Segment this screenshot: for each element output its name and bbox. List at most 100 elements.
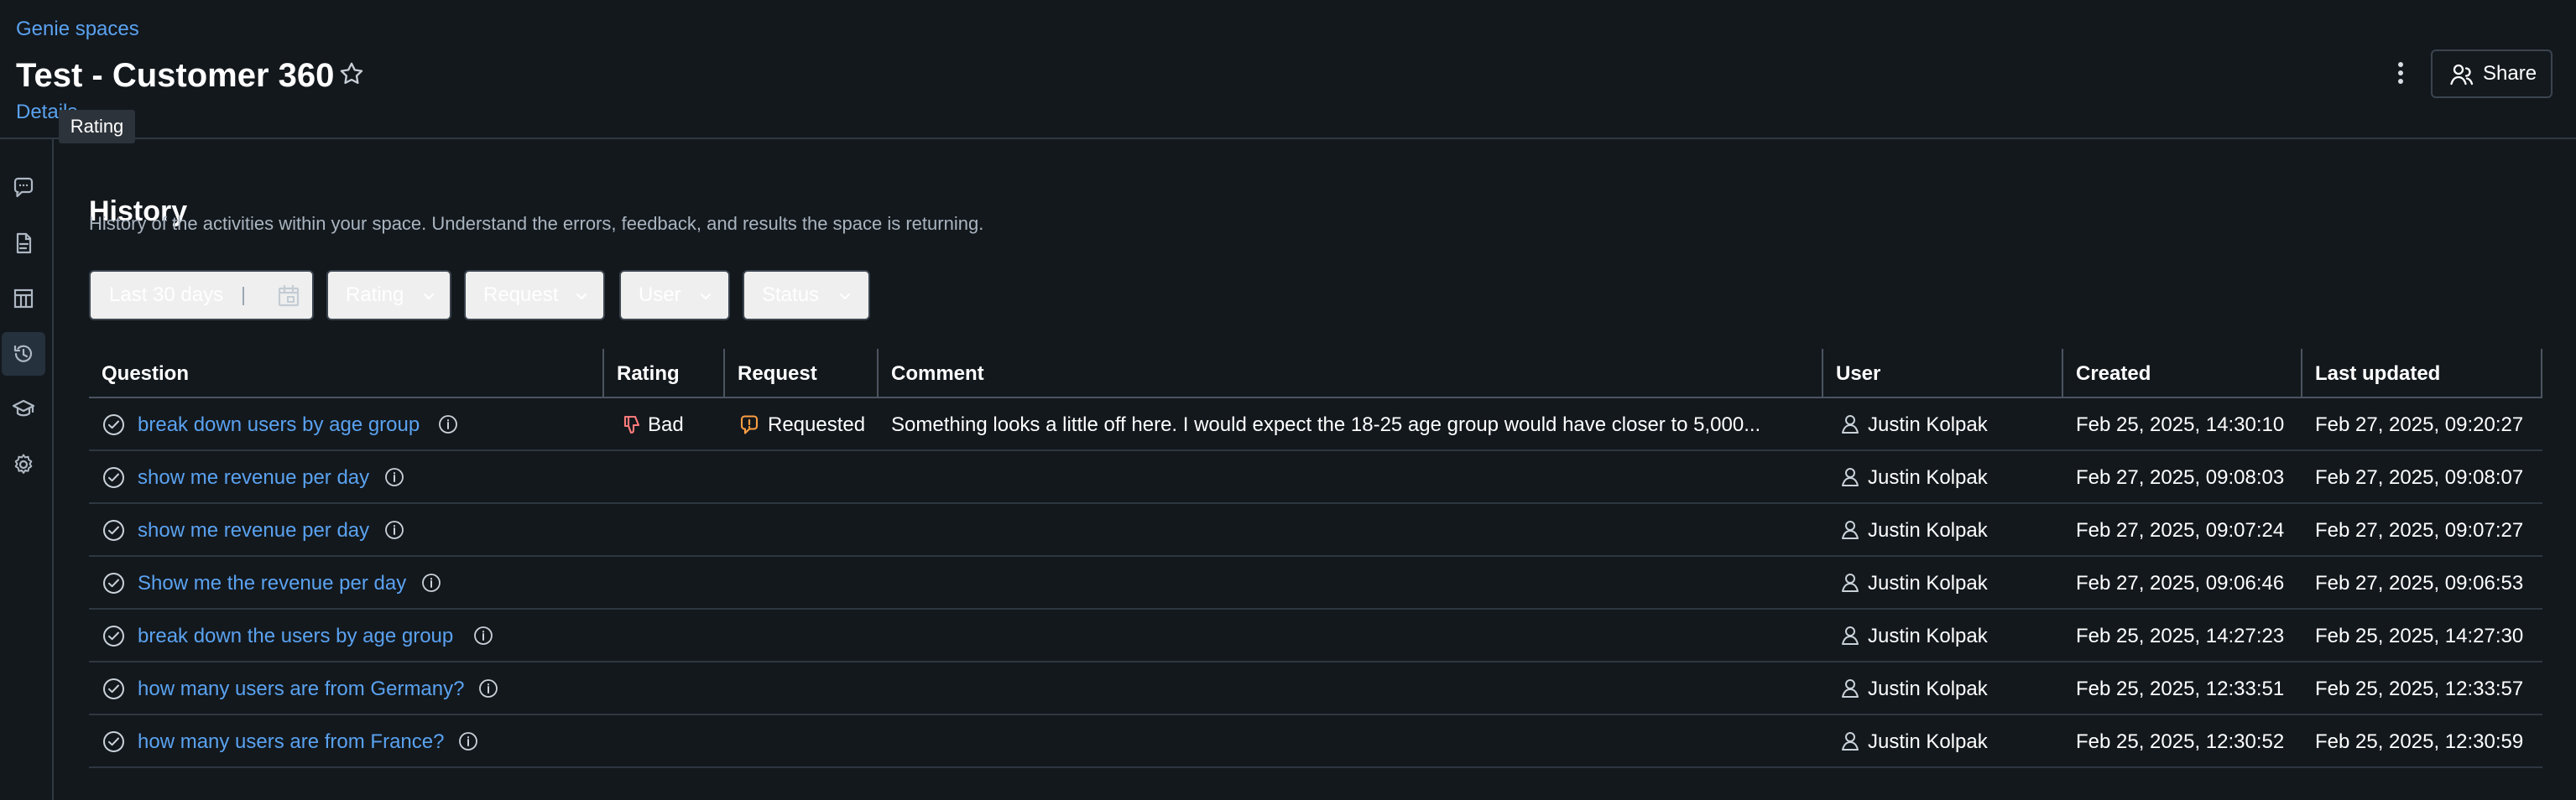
column-comment[interactable]: Comment — [879, 349, 1823, 398]
history-icon — [13, 345, 33, 362]
user-name: Justin Kolpak — [1868, 519, 1988, 542]
question-cell: Show me the revenue per day — [89, 557, 604, 610]
sidebar-item-document[interactable] — [2, 221, 45, 265]
column-rating[interactable]: Rating — [604, 349, 725, 398]
last-updated-cell: Feb 25, 2025, 12:33:57 — [2315, 678, 2524, 700]
question-cell: show me revenue per day — [89, 451, 604, 504]
info-icon[interactable] — [478, 678, 498, 699]
chevron-down-icon — [700, 293, 712, 300]
history-page: History History of the activities within… — [89, 139, 2542, 800]
info-icon[interactable] — [473, 626, 493, 646]
question-link[interactable]: how many users are from France? — [138, 715, 444, 768]
chat-icon — [13, 177, 34, 198]
created-cell: Feb 25, 2025, 14:30:10 — [2076, 413, 2285, 436]
chevron-down-icon — [423, 293, 435, 300]
page-title: Test - Customer 360 — [16, 57, 335, 94]
question-link[interactable]: Show me the revenue per day — [138, 557, 406, 610]
user-cell: Justin Kolpak — [1823, 557, 2063, 610]
table-header: Question Rating Request Comment User Cre… — [89, 349, 2542, 398]
last-updated-cell: Feb 27, 2025, 09:07:27 — [2315, 519, 2524, 542]
user-filter[interactable]: User — [619, 270, 730, 320]
user-name: Justin Kolpak — [1868, 730, 1988, 753]
table-row[interactable]: show me revenue per day Justin Kolpak Fe… — [89, 451, 2542, 504]
rating-tooltip: Rating — [59, 110, 135, 143]
rating-filter[interactable]: Rating — [326, 270, 451, 320]
question-link[interactable]: show me revenue per day — [138, 504, 369, 557]
info-icon[interactable] — [438, 414, 458, 434]
table-row[interactable]: how many users are from Germany? Justin … — [89, 662, 2542, 715]
created-cell: Feb 25, 2025, 12:33:51 — [2076, 678, 2285, 700]
breadcrumb-genie-spaces[interactable]: Genie spaces — [16, 17, 139, 42]
column-question[interactable]: Question — [89, 349, 604, 398]
question-cell: break down the users by age group — [89, 610, 604, 662]
table-icon — [13, 288, 34, 309]
last-updated-cell: Feb 25, 2025, 14:27:30 — [2315, 625, 2524, 647]
last-updated-cell: Feb 27, 2025, 09:20:27 — [2315, 413, 2524, 436]
column-user[interactable]: User — [1823, 349, 2063, 398]
table-row[interactable]: Show me the revenue per day Justin Kolpa… — [89, 557, 2542, 610]
table-row[interactable]: how many users are from France? Justin K… — [89, 715, 2542, 768]
info-icon[interactable] — [421, 573, 441, 593]
user-icon — [1842, 732, 1859, 751]
status-filter[interactable]: Status — [743, 270, 870, 320]
history-table: Question Rating Request Comment User Cre… — [89, 349, 2542, 768]
rating-filter-label: Rating — [346, 283, 404, 306]
info-icon[interactable] — [384, 467, 404, 487]
user-cell: Justin Kolpak — [1823, 398, 2063, 451]
question-link[interactable]: show me revenue per day — [138, 451, 369, 504]
check-circle-icon — [103, 731, 124, 752]
check-circle-icon — [103, 467, 124, 488]
info-icon[interactable] — [384, 520, 404, 540]
user-name: Justin Kolpak — [1868, 678, 1988, 700]
column-request[interactable]: Request — [725, 349, 879, 398]
calendar-icon[interactable] — [275, 283, 302, 309]
last-updated-cell: Feb 25, 2025, 12:30:59 — [2315, 730, 2524, 753]
more-options-icon[interactable] — [2389, 55, 2412, 91]
users-icon — [2450, 64, 2474, 86]
info-icon[interactable] — [458, 731, 478, 751]
created-cell: Feb 27, 2025, 09:08:03 — [2076, 466, 2285, 489]
user-filter-label: User — [639, 283, 681, 306]
user-name: Justin Kolpak — [1868, 466, 1988, 489]
question-cell: how many users are from Germany? — [89, 662, 604, 715]
question-link[interactable]: break down the users by age group — [138, 610, 453, 662]
request-filter[interactable]: Request — [464, 270, 605, 320]
page-header: Genie spaces Test - Customer 360 Details… — [0, 0, 2576, 143]
user-icon — [1842, 626, 1859, 645]
user-name: Justin Kolpak — [1868, 572, 1988, 595]
user-cell: Justin Kolpak — [1823, 451, 2063, 504]
user-cell: Justin Kolpak — [1823, 662, 2063, 715]
request-filter-label: Request — [483, 283, 559, 306]
table-row[interactable]: show me revenue per day Justin Kolpak Fe… — [89, 504, 2542, 557]
created-cell: Feb 27, 2025, 09:06:46 — [2076, 572, 2285, 595]
date-range-filter[interactable]: Last 30 days — [89, 270, 314, 320]
created-cell: Feb 25, 2025, 12:30:52 — [2076, 730, 2285, 753]
question-link[interactable]: how many users are from Germany? — [138, 662, 464, 715]
share-button[interactable]: Share — [2431, 49, 2553, 98]
created-cell: Feb 25, 2025, 14:27:23 — [2076, 625, 2285, 647]
app-window: Genie spaces Test - Customer 360 Details… — [0, 0, 2576, 800]
question-link[interactable]: break down users by age group — [138, 398, 420, 451]
question-cell: show me revenue per day — [89, 504, 604, 557]
status-filter-label: Status — [762, 283, 820, 306]
sidebar-item-learning[interactable] — [2, 387, 45, 431]
sidebar-item-chat[interactable] — [2, 166, 45, 210]
sidebar-item-table[interactable] — [2, 277, 45, 320]
star-icon[interactable] — [338, 60, 365, 87]
rating-value: Bad — [648, 413, 684, 436]
column-last-updated[interactable]: Last updated — [2302, 349, 2542, 398]
thumbs-down-icon — [623, 415, 640, 434]
check-circle-icon — [103, 626, 124, 647]
check-circle-icon — [103, 573, 124, 594]
table-row[interactable]: break down users by age group Bad Reques… — [89, 398, 2542, 451]
date-range-label: Last 30 days — [109, 283, 224, 306]
table-row[interactable]: break down the users by age group Justin… — [89, 610, 2542, 662]
request-icon — [740, 415, 759, 434]
sidebar-item-history[interactable] — [2, 332, 45, 376]
column-created[interactable]: Created — [2063, 349, 2302, 398]
last-updated-cell: Feb 27, 2025, 09:08:07 — [2315, 466, 2524, 489]
document-icon — [16, 232, 32, 254]
chevron-down-icon — [576, 293, 587, 300]
sidebar-item-settings[interactable] — [2, 443, 45, 486]
left-sidebar — [0, 139, 54, 800]
